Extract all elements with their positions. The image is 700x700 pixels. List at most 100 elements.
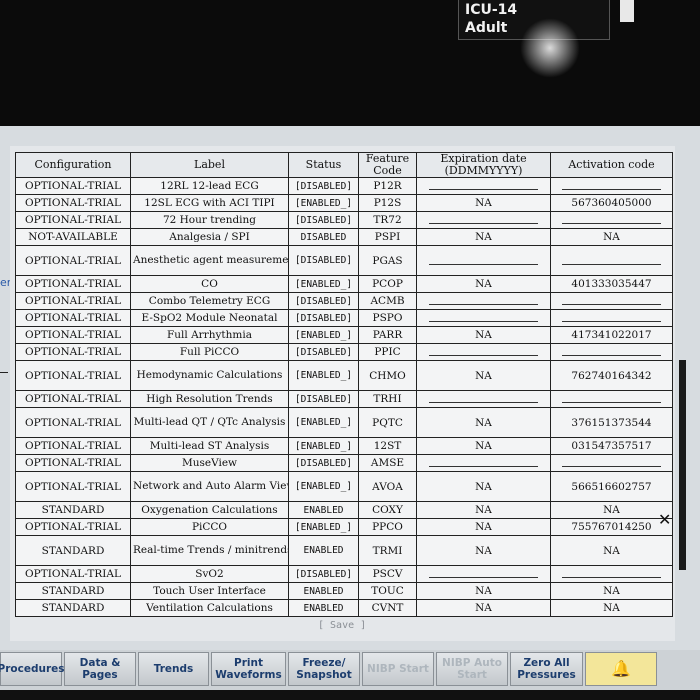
- status-cell: DISABLED: [288, 228, 359, 246]
- label-cell: Full PiCCO: [130, 343, 289, 361]
- header-configuration: Configuration: [15, 152, 131, 178]
- label-cell: Network and Auto Alarm View: [130, 471, 289, 502]
- expiration-cell: [416, 565, 551, 583]
- procedures-button[interactable]: Procedures: [0, 652, 65, 686]
- status-cell: [ENABLED_]: [288, 407, 359, 438]
- label-cell: 72 Hour trending: [130, 211, 289, 229]
- activation-code-cell: NA: [550, 599, 673, 617]
- table-row[interactable]: OPTIONAL-TRIAL Combo Telemetry ECG [DISABL…: [15, 292, 673, 310]
- table-row[interactable]: OPTIONAL-TRIAL Anesthetic agent measureme…: [15, 245, 673, 276]
- expiration-cell: NA: [416, 275, 551, 293]
- feature-code-cell: PPCO: [358, 518, 417, 536]
- expiration-cell: [416, 390, 551, 408]
- expiration-cell: NA: [416, 501, 551, 519]
- status-cell: [DISABLED]: [288, 390, 359, 408]
- status-cell: [ENABLED_]: [288, 518, 359, 536]
- config-cell: OPTIONAL-TRIAL: [15, 245, 131, 276]
- header-expiration-date: Expiration date (DDMMYYYY): [416, 152, 551, 178]
- table-row[interactable]: OPTIONAL-TRIAL Hemodynamic Calculations [E…: [15, 360, 673, 391]
- empty-field-line: [561, 456, 662, 467]
- config-cell: STANDARD: [15, 582, 131, 600]
- activation-code-cell: [550, 245, 673, 276]
- config-cell: OPTIONAL-TRIAL: [15, 518, 131, 536]
- top-indicator: [620, 0, 634, 22]
- table-row[interactable]: OPTIONAL-TRIAL Network and Auto Alarm Vie…: [15, 471, 673, 502]
- feature-code-cell: TRMI: [358, 535, 417, 566]
- config-cell: STANDARD: [15, 535, 131, 566]
- feature-code-cell: PSCV: [358, 565, 417, 583]
- status-cell: ENABLED: [288, 599, 359, 617]
- print-waveforms-button[interactable]: Print Waveforms: [211, 652, 286, 686]
- empty-field-line: [428, 456, 539, 467]
- save-button[interactable]: [ Save ]: [318, 620, 366, 631]
- label-cell: Hemodynamic Calculations: [130, 360, 289, 391]
- table-row[interactable]: OPTIONAL-TRIAL E-SpO2 Module Neonatal [DIS…: [15, 309, 673, 327]
- status-cell: [DISABLED]: [288, 177, 359, 195]
- nibp-start-button[interactable]: NIBP Start: [362, 652, 434, 686]
- feature-code-cell: P12S: [358, 194, 417, 212]
- feature-code-cell: CHMO: [358, 360, 417, 391]
- feature-code-cell: 12ST: [358, 437, 417, 455]
- config-cell: OPTIONAL-TRIAL: [15, 177, 131, 195]
- feature-code-cell: AVOA: [358, 471, 417, 502]
- table-row[interactable]: OPTIONAL-TRIAL High Resolution Trends [DIS…: [15, 390, 673, 408]
- label-cell: 12RL 12-lead ECG: [130, 177, 289, 195]
- zero-all-pressures-button[interactable]: Zero All Pressures: [510, 652, 583, 686]
- table-row[interactable]: STANDARD Real-time Trends / minitrends ENA…: [15, 535, 673, 566]
- status-cell: [DISABLED]: [288, 211, 359, 229]
- empty-field-line: [428, 294, 539, 305]
- freeze-snapshot-button[interactable]: Freeze/ Snapshot: [288, 652, 360, 686]
- table-row[interactable]: OPTIONAL-TRIAL Multi-lead QT / QTc Analys…: [15, 407, 673, 438]
- activation-code-cell: [550, 309, 673, 327]
- expiration-cell: NA: [416, 228, 551, 246]
- label-cell: Multi-lead QT / QTc Analysis: [130, 407, 289, 438]
- table-row[interactable]: OPTIONAL-TRIAL Full PiCCO [DISABLED] PPIC: [15, 343, 673, 361]
- config-cell: OPTIONAL-TRIAL: [15, 292, 131, 310]
- table-row[interactable]: NOT-AVAILABLE Analgesia / SPI DISABLED PSPI…: [15, 228, 673, 246]
- label-cell: Touch User Interface: [130, 582, 289, 600]
- table-row[interactable]: STANDARD Touch User Interface ENABLED TOUC N…: [15, 582, 673, 600]
- table-row[interactable]: OPTIONAL-TRIAL PiCCO [ENABLED_] PPCO NA 75576…: [15, 518, 673, 536]
- sidebar-divider: [0, 372, 8, 373]
- activation-code-cell: 417341022017: [550, 326, 673, 344]
- trends-button[interactable]: Trends: [138, 652, 209, 686]
- activation-code-cell: [550, 343, 673, 361]
- table-row[interactable]: OPTIONAL-TRIAL SvO2 [DISABLED] PSCV: [15, 565, 673, 583]
- label-cell: Ventilation Calculations: [130, 599, 289, 617]
- activation-code-cell: [550, 565, 673, 583]
- config-cell: OPTIONAL-TRIAL: [15, 454, 131, 472]
- feature-code-cell: CVNT: [358, 599, 417, 617]
- config-cell: OPTIONAL-TRIAL: [15, 471, 131, 502]
- activation-code-cell: [550, 390, 673, 408]
- table-row[interactable]: OPTIONAL-TRIAL 72 Hour trending [DISABLED]…: [15, 211, 673, 229]
- label-cell: Full Arrhythmia: [130, 326, 289, 344]
- table-row[interactable]: OPTIONAL-TRIAL MuseView [DISABLED] AMSE: [15, 454, 673, 472]
- data-pages-button[interactable]: Data & Pages: [64, 652, 136, 686]
- table-row[interactable]: STANDARD Oxygenation Calculations ENABLED C…: [15, 501, 673, 519]
- activation-code-cell: 762740164342: [550, 360, 673, 391]
- expiration-cell: NA: [416, 407, 551, 438]
- label-cell: Analgesia / SPI: [130, 228, 289, 246]
- status-cell: [ENABLED_]: [288, 437, 359, 455]
- table-row[interactable]: OPTIONAL-TRIAL 12RL 12-lead ECG [DISABLED]…: [15, 177, 673, 195]
- expiration-cell: NA: [416, 582, 551, 600]
- close-icon[interactable]: ✕: [658, 510, 671, 529]
- table-row[interactable]: OPTIONAL-TRIAL 12SL ECG with ACI TIPI [ENA…: [15, 194, 673, 212]
- table-row[interactable]: STANDARD Ventilation Calculations ENABLED C…: [15, 599, 673, 617]
- status-cell: ENABLED: [288, 582, 359, 600]
- nibp-auto-start-button[interactable]: NIBP Auto Start: [436, 652, 508, 686]
- table-row[interactable]: OPTIONAL-TRIAL Full Arrhythmia [ENABLED_] P…: [15, 326, 673, 344]
- expiration-cell: NA: [416, 326, 551, 344]
- table-row[interactable]: OPTIONAL-TRIAL Multi-lead ST Analysis [ENA…: [15, 437, 673, 455]
- expiration-cell: [416, 454, 551, 472]
- config-cell: STANDARD: [15, 501, 131, 519]
- table-row[interactable]: OPTIONAL-TRIAL CO [ENABLED_] PCOP NA 40133303…: [15, 275, 673, 293]
- status-cell: [ENABLED_]: [288, 326, 359, 344]
- scrollbar-thumb[interactable]: [679, 360, 686, 570]
- activation-code-cell: [550, 177, 673, 195]
- empty-field-line: [428, 179, 539, 190]
- config-cell: OPTIONAL-TRIAL: [15, 390, 131, 408]
- config-cell: OPTIONAL-TRIAL: [15, 309, 131, 327]
- status-cell: ENABLED: [288, 501, 359, 519]
- alarm-silence-button[interactable]: 🔔: [585, 652, 657, 686]
